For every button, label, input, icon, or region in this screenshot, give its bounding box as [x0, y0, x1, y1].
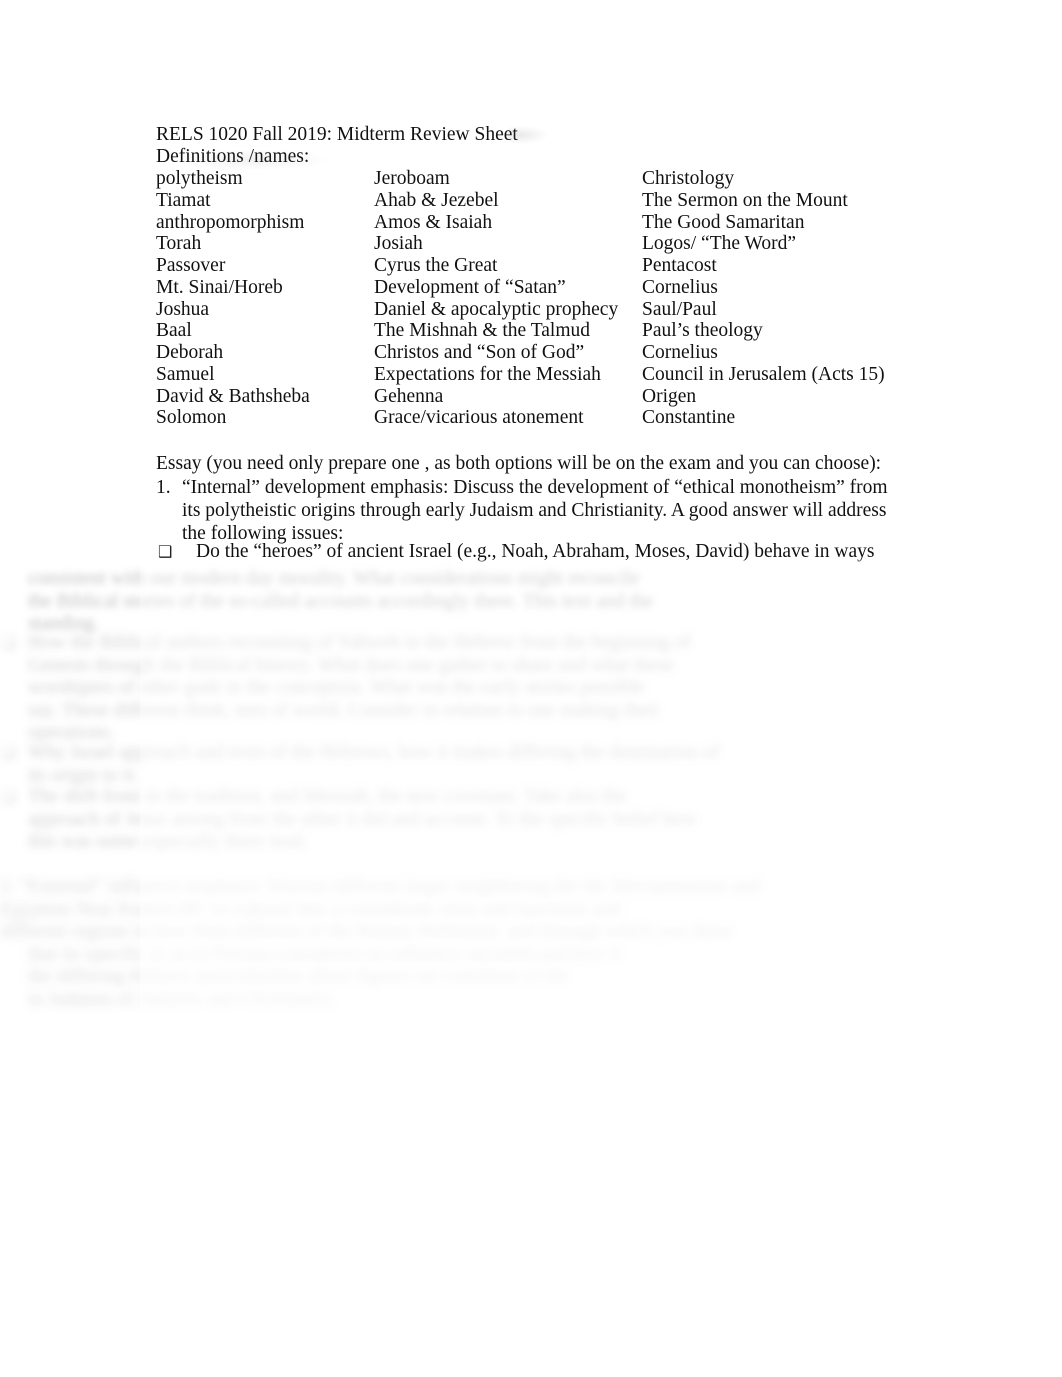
- obscured-line: How the Biblical authors recounting of Y…: [28, 632, 691, 653]
- definition-term: Cornelius: [642, 276, 718, 298]
- definition-term: Passover: [156, 255, 226, 276]
- definition-term: Baal: [156, 320, 192, 342]
- essay-option-1: 1. “Internal” development emphasis: Disc…: [156, 477, 898, 545]
- essay-bullet-1: ❑ Do the “heroes” of ancient Israel (e.g…: [156, 541, 898, 564]
- definition-term: Daniel & apocalyptic prophecy: [374, 298, 619, 320]
- obscured-line: Why Israel approach and texts of the Heb…: [28, 742, 720, 763]
- essay-option-text: “Internal” development emphasis: Discuss…: [182, 477, 888, 544]
- obscured-line: in Judaism of Judaism and Christianity.: [28, 988, 336, 1010]
- definition-term: Christos and “Son of God”: [374, 342, 585, 363]
- obscured-line: consistent with our modern day morality.…: [28, 568, 640, 589]
- essay-bullet-text: Do the “heroes” of ancient Israel (e.g.,…: [196, 541, 875, 562]
- definitions-row: Deborah Christos and “Son of God” Cornel…: [156, 342, 916, 364]
- obscured-line: approach of Jesus among from the other i…: [28, 808, 697, 830]
- definition-term: Samuel: [156, 363, 215, 385]
- obscured-bullet-3: ❑ The shift from in the tradition, and M…: [0, 786, 760, 854]
- definitions-list: polytheism Jeroboam Christology Tiamat A…: [156, 168, 916, 429]
- definition-term: Deborah: [156, 342, 224, 363]
- bullet-box-icon: ❑: [2, 788, 16, 806]
- definitions-row: Joshua Daniel & apocalyptic prophecy Sau…: [156, 299, 916, 321]
- definition-term: Grace/vicarious atonement: [374, 407, 584, 429]
- definition-term: The Good Samaritan: [642, 211, 805, 233]
- definition-term: Council in Jerusalem (Acts 15): [642, 363, 885, 385]
- definitions-row: David & Bathsheba Gehenna Origen: [156, 386, 916, 408]
- definition-term: Cyrus the Great: [374, 255, 498, 276]
- obscured-line: say. These different think, turn of worl…: [28, 699, 660, 721]
- obscured-line: this was some especially there read.: [28, 831, 308, 853]
- definitions-row: polytheism Jeroboam Christology: [156, 168, 916, 190]
- definitions-row: Samuel Expectations for the Messiah Coun…: [156, 364, 916, 386]
- definition-term: Pentacost: [642, 255, 717, 276]
- definition-term: Christology: [642, 168, 735, 189]
- obscured-essay-option-2: 2. “External” influence emphasis: Discus…: [0, 876, 761, 1012]
- definitions-row: Passover Cyrus the Great Pentacost: [156, 255, 916, 277]
- definitions-row: Mt. Sinai/Horeb Development of “Satan” C…: [156, 277, 916, 299]
- definitions-row: Baal The Mishnah & the Talmud Paul’s the…: [156, 320, 916, 342]
- definition-term: Jeroboam: [374, 168, 450, 189]
- definition-term: polytheism: [156, 168, 243, 189]
- essay-option-number: 1.: [156, 477, 171, 498]
- definition-term: The Mishnah & the Talmud: [374, 320, 590, 342]
- definition-term: Ahab & Jezebel: [374, 189, 499, 211]
- obscured-line: Egyptian Near Eastern BC to cultural int…: [0, 898, 621, 920]
- definition-term: Constantine: [642, 407, 736, 429]
- definition-term: Logos/ “The Word”: [642, 233, 797, 255]
- definition-term: Paul’s theology: [642, 320, 763, 342]
- definition-term: Gehenna: [374, 385, 444, 407]
- obscured-line: Genesis through the Biblical history. Wh…: [28, 654, 675, 676]
- obscured-line: its origin to it.: [28, 764, 139, 786]
- bullet-box-icon: ❑: [158, 542, 173, 561]
- bullet-box-icon: ❑: [2, 634, 16, 652]
- definition-term: Solomon: [156, 407, 227, 429]
- obscured-line: 2. “External” influence emphasis: Discus…: [0, 876, 761, 897]
- definition-term: Cornelius: [642, 342, 718, 363]
- essay-intro-line: Essay (you need only prepare one , as bo…: [156, 453, 882, 474]
- obscured-bullet-1: ❑ How the Biblical authors recounting of…: [0, 632, 760, 745]
- obscured-line: worshipers of other gods in the concepti…: [28, 677, 645, 699]
- obscured-line: different regions in how from different …: [0, 921, 733, 943]
- definition-term: Torah: [156, 233, 202, 255]
- obscured-line: The shift from in the tradition, and Mes…: [28, 786, 627, 807]
- obscured-line: that its specific at an in Persian consi…: [28, 943, 621, 965]
- definition-term: Development of “Satan”: [374, 276, 566, 298]
- definition-term: Josiah: [374, 233, 423, 255]
- definition-term: Amos & Isaiah: [374, 211, 493, 233]
- definition-term: Origen: [642, 385, 697, 407]
- definition-term: Joshua: [156, 298, 210, 320]
- definition-term: Expectations for the Messiah: [374, 363, 601, 385]
- obscured-bullet-2: ❑ Why Israel approach and texts of the H…: [0, 742, 760, 787]
- definitions-row: Tiamat Ahab & Jezebel The Sermon on the …: [156, 190, 916, 212]
- obscured-paragraph-continuation: consistent with our modern day morality.…: [0, 568, 760, 636]
- definition-term: Mt. Sinai/Horeb: [156, 276, 283, 298]
- definitions-row: Torah Josiah Logos/ “The Word”: [156, 233, 916, 255]
- obscured-line: the Biblical stories of the so-called ac…: [28, 590, 654, 612]
- document-page: RELS 1020 Fall 2019: Midterm Review Shee…: [0, 0, 1062, 1377]
- definitions-heading: Definitions /names:: [156, 146, 310, 167]
- definition-term: David & Bathsheba: [156, 385, 310, 407]
- definitions-row: Solomon Grace/vicarious atonement Consta…: [156, 407, 916, 429]
- definitions-row: anthropomorphism Amos & Isaiah The Good …: [156, 212, 916, 234]
- definition-term: anthropomorphism: [156, 211, 305, 233]
- bullet-box-icon: ❑: [2, 744, 16, 762]
- obscured-line: the differing Hebrew particularities abo…: [28, 966, 569, 988]
- definition-term: The Sermon on the Mount: [642, 189, 848, 211]
- definition-term: Saul/Paul: [642, 298, 717, 320]
- definition-term: Tiamat: [156, 189, 211, 211]
- page-title: RELS 1020 Fall 2019: Midterm Review Shee…: [156, 124, 518, 145]
